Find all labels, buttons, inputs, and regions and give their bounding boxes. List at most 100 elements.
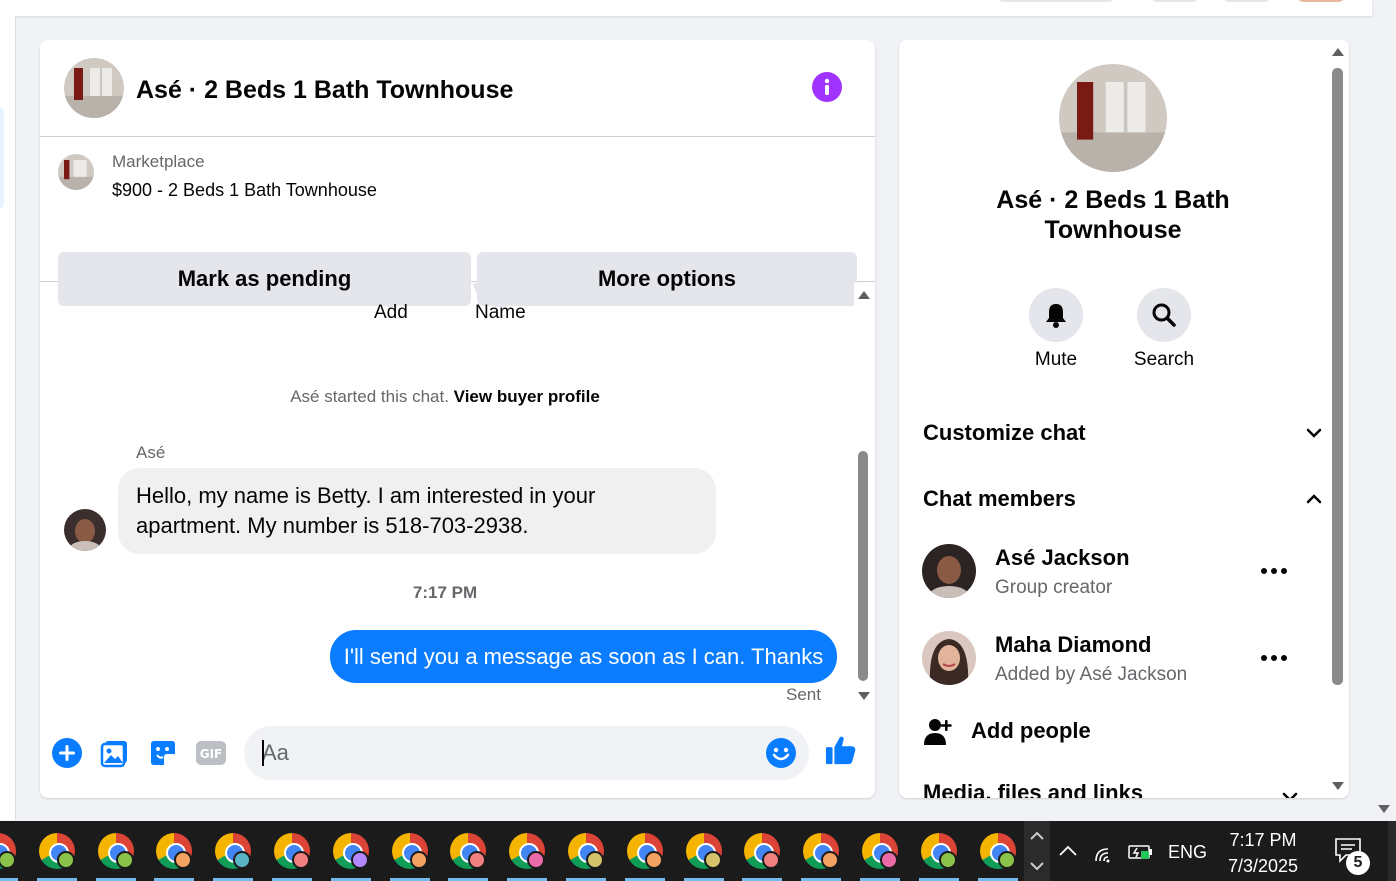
profile-badge-icon [704,851,722,869]
chrome-profile-taskbar-icon[interactable] [0,831,18,881]
profile-badge-icon [821,851,839,869]
listing-title[interactable]: $900 - 2 Beds 1 Bath Townhouse [112,180,377,201]
conversation-avatar[interactable] [1059,64,1167,172]
member-name[interactable]: Asé Jackson [995,545,1130,571]
chat-members-row[interactable]: Chat members [923,479,1322,519]
view-buyer-profile-link[interactable]: View buyer profile [454,387,600,406]
info-panel-scroll-thumb[interactable] [1332,68,1343,685]
member-role: Group creator [995,577,1113,598]
gif-button[interactable]: GIF [195,737,227,769]
scroll-up-arrow-icon[interactable] [858,291,870,299]
profile-badge-icon [762,851,780,869]
chrome-profile-taskbar-icon[interactable] [331,831,371,881]
add-action-label: Add [374,302,408,323]
conversation-info-panel: Asé · 2 Beds 1 Bath Townhouse Mute Searc… [899,40,1349,798]
chrome-profile-taskbar-icon[interactable] [37,831,77,881]
chrome-profile-taskbar-icon[interactable] [919,831,959,881]
top-nav-element[interactable] [1222,0,1272,2]
plus-circle-icon [52,738,82,768]
member-role: Added by Asé Jackson [995,664,1188,685]
chevron-down-icon [1282,792,1298,798]
left-sidebar-highlight [0,108,4,208]
add-people-button[interactable]: Add people [923,714,1223,748]
wifi-icon[interactable] [1094,841,1118,863]
thread-scroll-thumb[interactable] [858,451,868,681]
member-avatar[interactable] [922,631,976,685]
media-files-links-row[interactable]: Media, files and links [923,780,1143,798]
person-avatar-icon [922,631,976,685]
add-person-icon [924,719,952,745]
member-options-button[interactable] [1259,556,1289,586]
search-button[interactable] [1137,288,1191,342]
chrome-profile-taskbar-icon[interactable] [860,831,900,881]
chrome-profile-taskbar-icon[interactable] [213,831,253,881]
chevron-up-icon[interactable] [1058,843,1078,857]
name-action-label: Name [475,302,526,323]
chrome-profile-taskbar-icon[interactable] [96,831,136,881]
info-panel-scrollbar[interactable] [1327,40,1349,798]
message-composer: GIF [40,720,875,798]
battery-icon[interactable] [1128,843,1154,861]
scroll-down-arrow-icon[interactable] [858,692,870,700]
profile-badge-icon [233,851,251,869]
member-avatar[interactable] [922,544,976,598]
chrome-profile-taskbar-icon[interactable] [801,831,841,881]
chrome-profile-taskbar-icon[interactable] [390,831,430,881]
chat-title: Asé · 2 Beds 1 Bath Townhouse [136,76,514,104]
scroll-down-arrow-icon[interactable] [1332,782,1344,790]
profile-badge-icon [586,851,604,869]
taskbar-clock[interactable]: 7:17 PM 7/3/2025 [1210,827,1316,879]
top-nav-element[interactable] [996,0,1116,2]
sender-avatar[interactable] [64,509,106,551]
like-button[interactable] [825,734,857,766]
chrome-profile-taskbar-icon[interactable] [978,831,1018,881]
customize-chat-row[interactable]: Customize chat [923,413,1322,453]
chrome-profile-taskbar-icon[interactable] [625,831,665,881]
thread-scrollbar[interactable] [854,283,875,708]
profile-badge-icon [468,851,486,869]
listing-thumbnail[interactable] [58,154,94,190]
sent-status: Sent [786,685,821,704]
page-scroll-down-arrow-icon[interactable] [1378,805,1390,813]
room-avatar[interactable] [64,58,124,118]
attach-photo-button[interactable] [99,737,131,769]
customize-chat-label: Customize chat [923,420,1086,445]
chrome-profile-taskbar-icon[interactable] [684,831,724,881]
incoming-message[interactable]: Hello, my name is Betty. I am interested… [118,468,716,554]
mute-button[interactable] [1029,288,1083,342]
svg-text:GIF: GIF [200,747,223,761]
profile-avatar[interactable] [1296,0,1346,2]
taskbar: ENG 7:17 PM 7/3/2025 5 [0,821,1396,881]
more-dots-icon [1261,568,1287,574]
language-indicator[interactable]: ENG [1168,842,1207,863]
thumbs-up-icon [825,736,856,765]
top-nav-element[interactable] [1150,0,1200,2]
member-options-button[interactable] [1259,643,1289,673]
member-name[interactable]: Maha Diamond [995,632,1151,658]
clock-date: 7/3/2025 [1227,856,1299,876]
chrome-profile-taskbar-icon[interactable] [154,831,194,881]
profile-badge-icon [174,851,192,869]
chrome-profile-taskbar-icon[interactable] [507,831,547,881]
mute-label: Mute [1034,349,1078,370]
chat-panel: Asé · 2 Beds 1 Bath Townhouse Marketplac… [40,40,875,798]
profile-badge-icon [351,851,369,869]
outgoing-message[interactable]: I'll send you a message as soon as I can… [330,630,837,683]
taskbar-overflow-scroll[interactable] [1024,821,1050,881]
more-actions-button[interactable] [51,737,83,769]
chrome-profile-taskbar-icon[interactable] [566,831,606,881]
message-input[interactable] [262,726,742,780]
room-photo-icon [64,58,124,118]
chrome-profile-taskbar-icon[interactable] [272,831,312,881]
scroll-up-arrow-icon[interactable] [1332,48,1344,56]
chrome-profile-taskbar-icon[interactable] [742,831,782,881]
profile-badge-icon [410,851,428,869]
taskbar-edge [1388,821,1396,881]
emoji-button[interactable] [765,737,797,769]
taskbar-scroll-icon [1030,831,1044,871]
chrome-profile-taskbar-icon[interactable] [448,831,488,881]
info-button[interactable] [812,72,842,102]
clock-time: 7:17 PM [1229,830,1297,850]
sticker-button[interactable] [147,737,179,769]
message-timestamp: 7:17 PM [412,583,478,602]
